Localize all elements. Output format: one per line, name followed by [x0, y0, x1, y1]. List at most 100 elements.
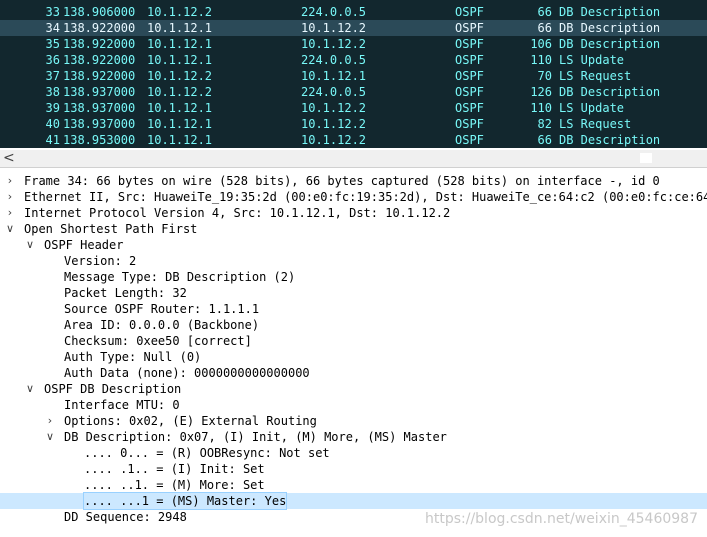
packet-info: DB Description: [559, 5, 661, 19]
detail-row[interactable]: › Internet Protocol Version 4, Src: 10.1.…: [0, 205, 707, 221]
packet-info: DB Description: [559, 133, 661, 147]
packet-row-selected[interactable]: 34 138.922000 10.1.12.1 10.1.12.2 OSPF 66 DB D…: [0, 20, 707, 36]
packet-protocol: OSPF: [455, 69, 484, 83]
packet-protocol: OSPF: [455, 101, 484, 115]
detail-text: Packet Length: 32: [64, 286, 187, 300]
horizontal-scrollbar[interactable]: <: [0, 150, 707, 168]
packet-number: 40: [45, 117, 60, 131]
detail-row[interactable]: › Frame 34: 66 bytes on wire (528 bits), …: [0, 173, 707, 189]
detail-row[interactable]: Auth Data (none): 0000000000000000: [0, 365, 707, 381]
packet-row[interactable]: 36 138.922000 10.1.12.1 224.0.0.5 OSPF 110 LS …: [0, 52, 707, 68]
packet-source: 10.1.12.1: [147, 37, 213, 51]
detail-row[interactable]: ∨ DB Description: 0x07, (I) Init, (M) Mor…: [0, 429, 707, 445]
detail-row[interactable]: Source OSPF Router: 1.1.1.1: [0, 301, 707, 317]
chevron-right-icon[interactable]: ›: [4, 205, 16, 221]
packet-row[interactable]: 35 138.922000 10.1.12.1 10.1.12.2 OSPF 106 DB …: [0, 36, 707, 52]
detail-row-selected[interactable]: .... ...1 = (MS) Master: Yes: [0, 492, 707, 510]
packet-time: 138.922000: [63, 37, 136, 51]
detail-text: DB Description: 0x07, (I) Init, (M) More…: [64, 430, 447, 444]
packet-number: 33: [45, 5, 60, 19]
detail-row[interactable]: .... ..1. = (M) More: Set: [0, 477, 707, 493]
detail-text: Options: 0x02, (E) External Routing: [64, 414, 317, 428]
detail-text: .... .1.. = (I) Init: Set: [84, 462, 265, 476]
packet-destination: 10.1.12.2: [301, 21, 367, 35]
packet-info: LS Update: [559, 101, 625, 115]
detail-row[interactable]: Message Type: DB Description (2): [0, 269, 707, 285]
packet-info: LS Request: [559, 117, 632, 131]
packet-protocol: OSPF: [455, 85, 484, 99]
packet-row[interactable]: 41 138.953000 10.1.12.1 10.1.12.2 OSPF 66 DB D…: [0, 132, 707, 148]
scroll-left-arrow-icon[interactable]: <: [3, 150, 15, 167]
detail-row[interactable]: Auth Type: Null (0): [0, 349, 707, 365]
detail-text: Internet Protocol Version 4, Src: 10.1.1…: [24, 206, 451, 220]
packet-number: 35: [45, 37, 60, 51]
detail-row[interactable]: Area ID: 0.0.0.0 (Backbone): [0, 317, 707, 333]
packet-length: 106: [530, 37, 552, 51]
chevron-down-icon[interactable]: ∨: [44, 429, 56, 445]
packet-length: 110: [530, 53, 552, 67]
chevron-down-icon[interactable]: ∨: [4, 221, 16, 237]
detail-text: Auth Type: Null (0): [64, 350, 202, 364]
detail-row[interactable]: Version: 2: [0, 253, 707, 269]
chevron-right-icon[interactable]: ›: [4, 189, 16, 205]
packet-source: 10.1.12.2: [147, 69, 213, 83]
packet-protocol: OSPF: [455, 117, 484, 131]
detail-row[interactable]: Packet Length: 32: [0, 285, 707, 301]
packet-destination: 10.1.12.2: [301, 101, 367, 115]
packet-row[interactable]: 39 138.937000 10.1.12.1 10.1.12.2 OSPF 110 LS …: [0, 100, 707, 116]
packet-number: 38: [45, 85, 60, 99]
detail-text: .... ..1. = (M) More: Set: [84, 478, 265, 492]
packet-info: LS Request: [559, 69, 632, 83]
packet-length: 82: [537, 117, 552, 131]
packet-time: 138.922000: [63, 21, 136, 35]
detail-text: Version: 2: [64, 254, 137, 268]
detail-row[interactable]: ∨ Open Shortest Path First: [0, 221, 707, 237]
packet-protocol: OSPF: [455, 53, 484, 67]
packet-details-tree[interactable]: › Frame 34: 66 bytes on wire (528 bits), …: [0, 173, 707, 537]
packet-row[interactable]: 33 138.906000 10.1.12.2 224.0.0.5 OSPF 66 DB D…: [0, 4, 707, 20]
detail-text: .... ...1 = (MS) Master: Yes: [82, 492, 288, 510]
packet-row[interactable]: 38 138.937000 10.1.12.2 224.0.0.5 OSPF 126 DB …: [0, 84, 707, 100]
packet-list[interactable]: 33 138.906000 10.1.12.2 224.0.0.5 OSPF 66 DB D…: [0, 0, 707, 148]
detail-row[interactable]: › Options: 0x02, (E) External Routing: [0, 413, 707, 429]
packet-number: 34: [45, 21, 60, 35]
detail-row[interactable]: Interface MTU: 0: [0, 397, 707, 413]
packet-protocol: OSPF: [455, 5, 484, 19]
chevron-right-icon[interactable]: ›: [44, 413, 56, 429]
packet-length: 66: [537, 133, 552, 147]
chevron-down-icon[interactable]: ∨: [24, 381, 36, 397]
detail-text: Auth Data (none): 0000000000000000: [64, 366, 310, 380]
chevron-down-icon[interactable]: ∨: [24, 237, 36, 253]
detail-row[interactable]: .... 0... = (R) OOBResync: Not set: [0, 445, 707, 461]
packet-row[interactable]: 37 138.922000 10.1.12.2 10.1.12.1 OSPF 70 LS R…: [0, 68, 707, 84]
packet-number: 41: [45, 133, 60, 147]
detail-text: Message Type: DB Description (2): [64, 270, 296, 284]
packet-protocol: OSPF: [455, 37, 484, 51]
detail-row[interactable]: ∨ OSPF DB Description: [0, 381, 707, 397]
packet-info: LS Update: [559, 53, 625, 67]
detail-text: Checksum: 0xee50 [correct]: [64, 334, 252, 348]
detail-row[interactable]: .... .1.. = (I) Init: Set: [0, 461, 707, 477]
scrollbar-thumb[interactable]: [640, 153, 652, 163]
packet-destination: 10.1.12.2: [301, 37, 367, 51]
detail-row[interactable]: Checksum: 0xee50 [correct]: [0, 333, 707, 349]
packet-destination: 224.0.0.5: [301, 53, 367, 67]
packet-destination: 224.0.0.5: [301, 5, 367, 19]
detail-text: Ethernet II, Src: HuaweiTe_19:35:2d (00:…: [24, 190, 707, 204]
detail-row[interactable]: ∨ OSPF Header: [0, 237, 707, 253]
packet-time: 138.937000: [63, 85, 136, 99]
packet-row[interactable]: 40 138.937000 10.1.12.1 10.1.12.2 OSPF 82 LS R…: [0, 116, 707, 132]
packet-source: 10.1.12.1: [147, 101, 213, 115]
detail-text: Source OSPF Router: 1.1.1.1: [64, 302, 260, 316]
packet-info: DB Description: [559, 37, 661, 51]
packet-source: 10.1.12.1: [147, 21, 213, 35]
packet-number: 37: [45, 69, 60, 83]
detail-row[interactable]: › Ethernet II, Src: HuaweiTe_19:35:2d (00…: [0, 189, 707, 205]
packet-length: 110: [530, 101, 552, 115]
packet-source: 10.1.12.1: [147, 133, 213, 147]
packet-info: DB Description: [559, 21, 661, 35]
packet-protocol: OSPF: [455, 21, 484, 35]
detail-text: Frame 34: 66 bytes on wire (528 bits), 6…: [24, 174, 660, 188]
packet-info: DB Description: [559, 85, 661, 99]
chevron-right-icon[interactable]: ›: [4, 173, 16, 189]
